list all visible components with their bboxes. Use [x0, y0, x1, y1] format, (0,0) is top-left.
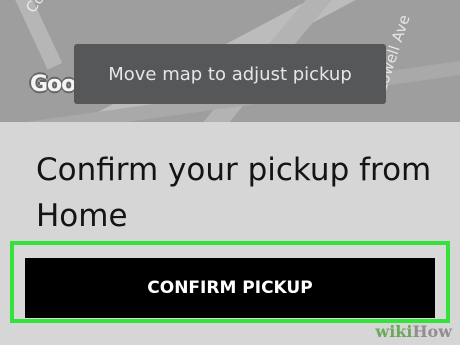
map-hint-tooltip: Move map to adjust pickup [74, 44, 386, 104]
tooltip-text: Move map to adjust pickup [108, 63, 352, 85]
sheet-heading: Confirm your pickup from Home [36, 152, 432, 234]
wikihow-watermark: wikiHow [375, 322, 452, 341]
confirm-pickup-sheet: Confirm your pickup from Home CONFIRM PI… [0, 122, 460, 345]
watermark-how: How [412, 322, 452, 341]
confirm-pickup-button[interactable]: CONFIRM PICKUP [25, 258, 435, 318]
watermark-wiki: wiki [375, 322, 413, 341]
highlight-frame: CONFIRM PICKUP [10, 241, 450, 323]
